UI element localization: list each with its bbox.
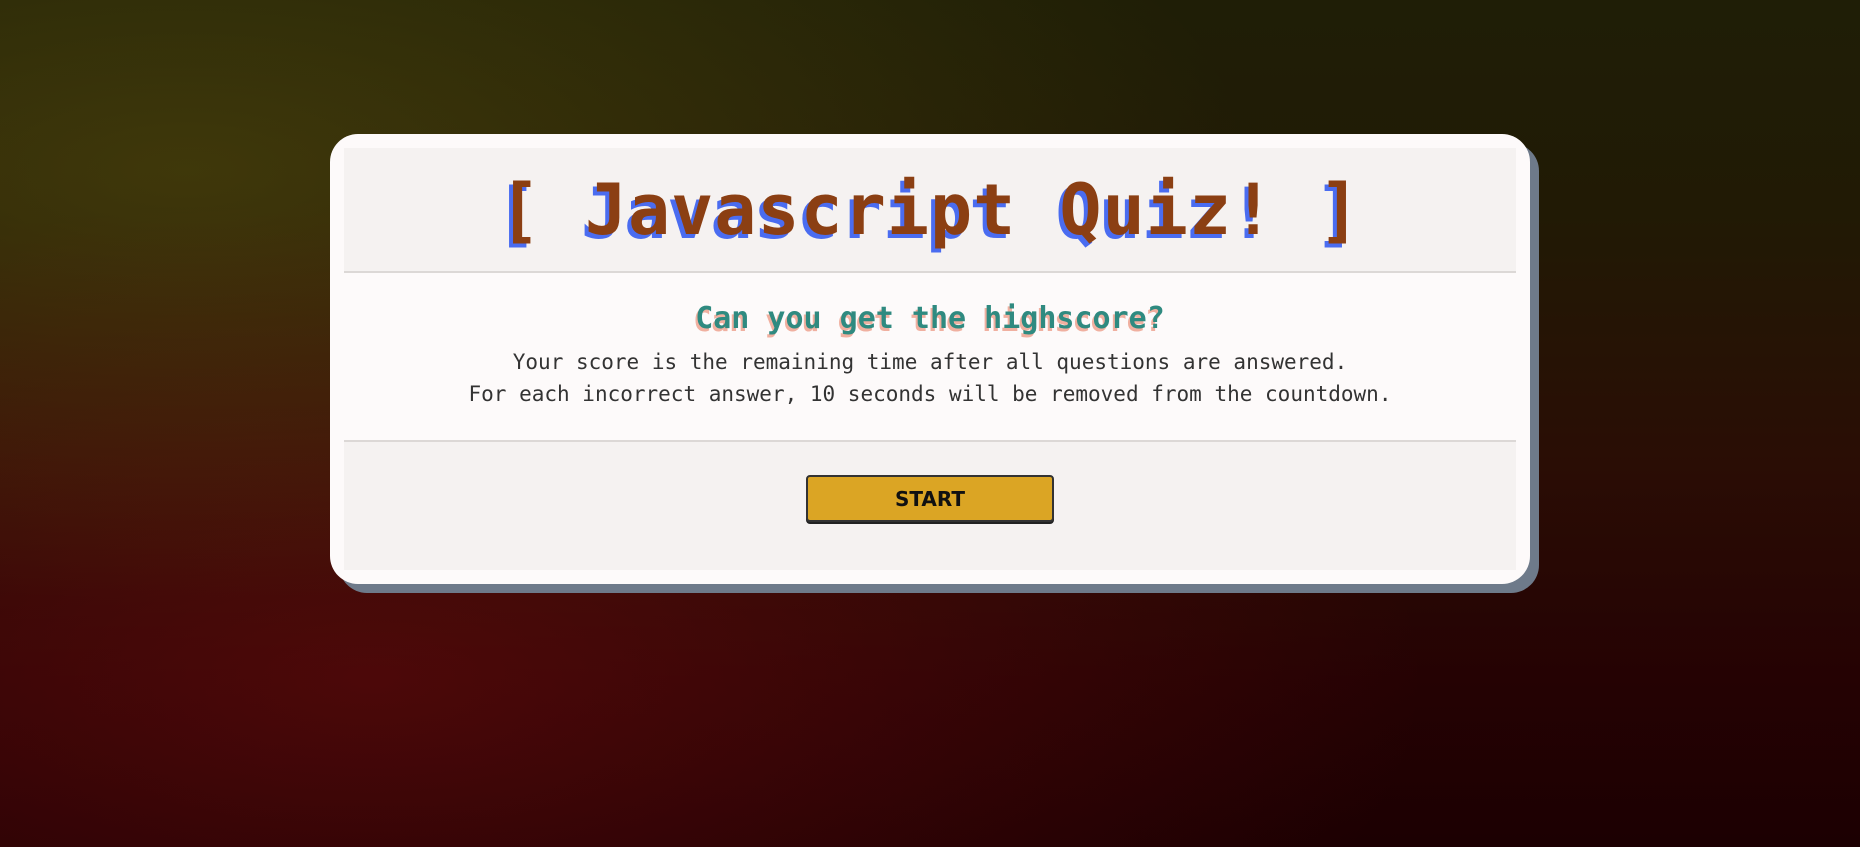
page-title: [ Javascript Quiz! ]: [498, 168, 1362, 251]
subtitle: Can you get the highscore?: [695, 301, 1165, 336]
rule-score: Your score is the remaining time after a…: [512, 350, 1348, 374]
quiz-header: [ Javascript Quiz! ]: [344, 148, 1516, 273]
start-button[interactable]: START: [806, 475, 1054, 522]
rule-penalty: For each incorrect answer, 10 seconds wi…: [468, 382, 1392, 406]
quiz-card: [ Javascript Quiz! ] Can you get the hig…: [330, 134, 1530, 584]
quiz-intro: Can you get the highscore? Your score is…: [344, 273, 1516, 442]
quiz-footer: START: [344, 442, 1516, 570]
